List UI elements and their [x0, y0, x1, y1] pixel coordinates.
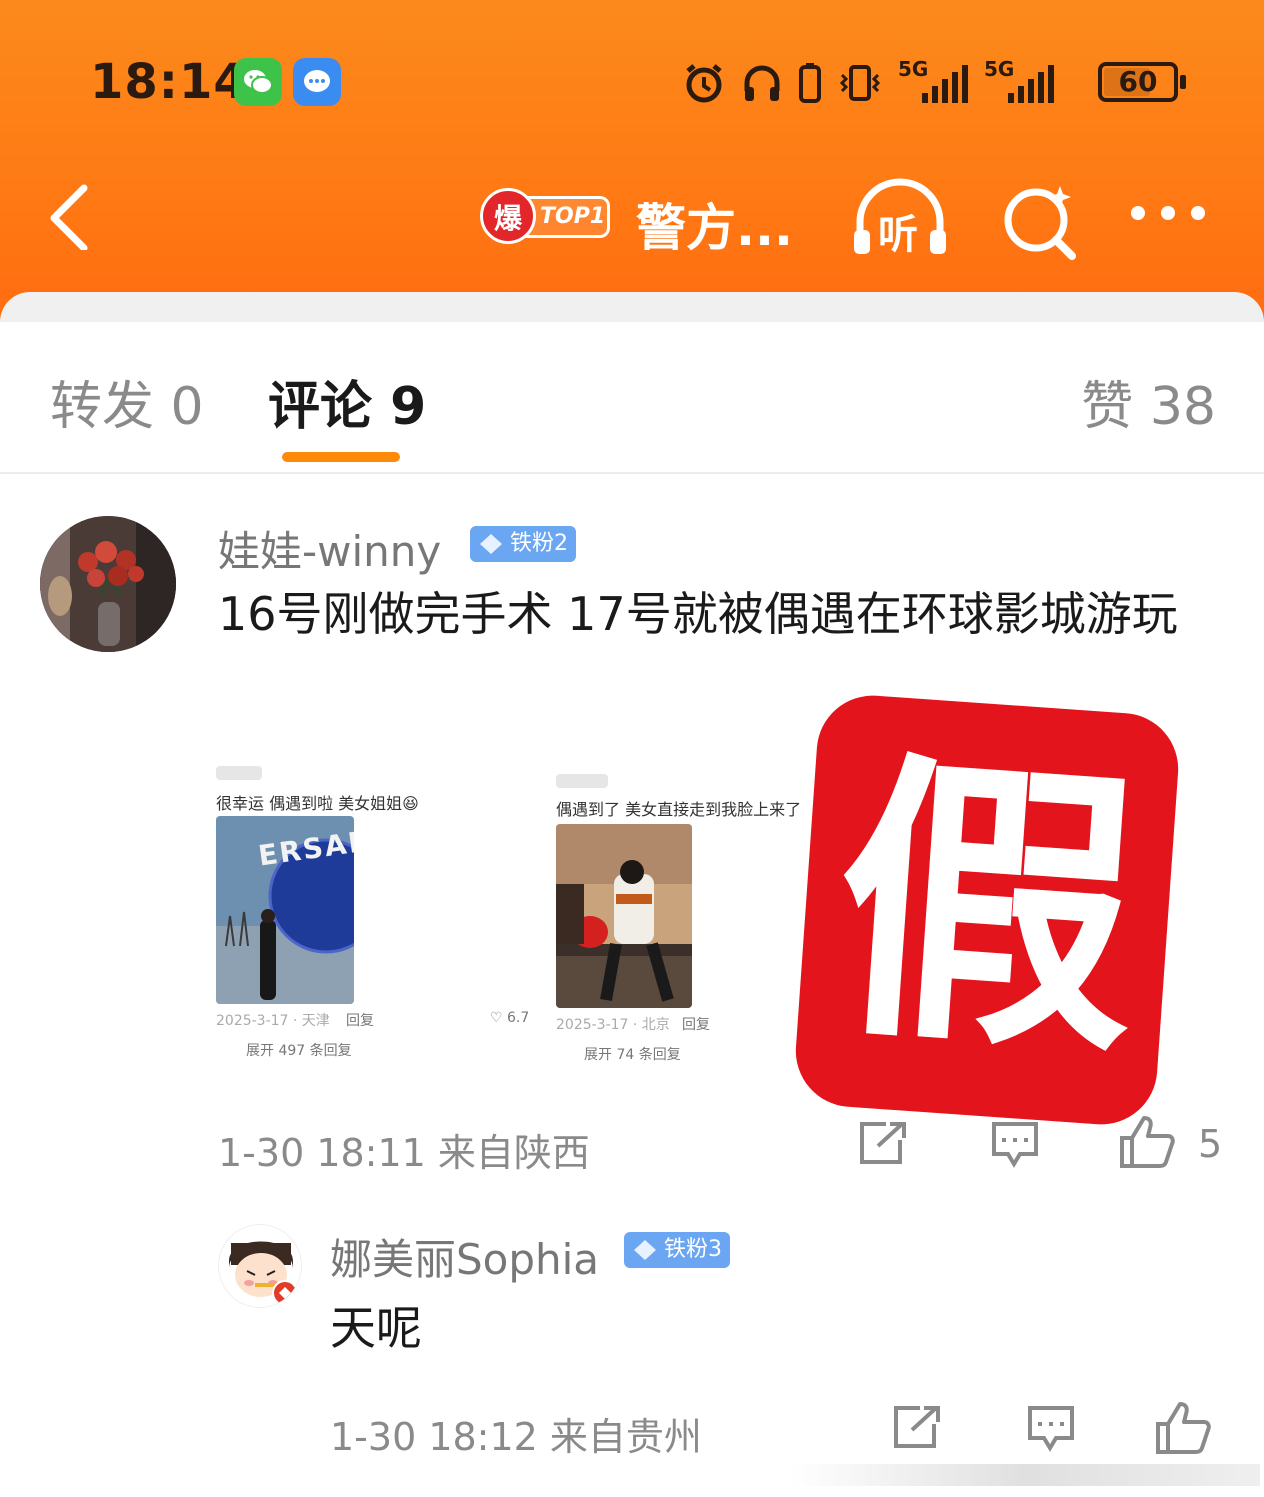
reply-button[interactable]: [990, 1120, 1040, 1172]
battery-saver-icon: [799, 63, 821, 103]
listen-button[interactable]: 听: [850, 176, 950, 260]
battery-percent: 60: [1118, 65, 1158, 98]
comment-meta: 1-30 18:12 来自贵州: [330, 1415, 702, 1459]
comment-text: 天呢: [330, 1301, 422, 1355]
share-icon: [894, 1406, 940, 1448]
fake-stamp-text: 假: [825, 724, 1149, 1095]
image-reply: 回复: [682, 1017, 710, 1033]
diamond-icon: [634, 1240, 656, 1260]
back-icon: [50, 184, 88, 252]
image-expand: 展开 497 条回复: [246, 1043, 352, 1059]
page-title[interactable]: 警方...: [636, 188, 793, 260]
signal-icon: 5G: [984, 57, 1054, 105]
tab-comment[interactable]: 评论 9: [268, 364, 426, 439]
tab-like[interactable]: 赞 38: [1081, 364, 1216, 439]
image-reply: 回复: [346, 1013, 374, 1029]
fan-level-label: 铁粉3: [664, 1237, 722, 1262]
fan-level-label: 铁粉2: [510, 531, 568, 556]
fan-level-badge: 铁粉3: [624, 1232, 730, 1268]
more-button[interactable]: [1126, 198, 1210, 228]
search-button[interactable]: [1000, 180, 1080, 260]
image-caption: 很幸运 偶遇到啦 美女姐姐😆: [216, 794, 419, 813]
image-expand: 展开 74 条回复: [584, 1047, 681, 1063]
headphones-icon: [744, 65, 780, 101]
fan-level-badge: 铁粉2: [470, 526, 576, 562]
status-bar: 18:14 5G 5G 60: [0, 40, 1264, 124]
like-count: 5: [1198, 1122, 1223, 1166]
back-button[interactable]: [40, 180, 100, 252]
system-icons: 5G 5G: [682, 57, 1054, 108]
divider: [0, 472, 1264, 474]
nav-bar: TOP1 爆 警方... 听: [0, 170, 1264, 266]
share-button[interactable]: [858, 1120, 908, 1170]
like-button[interactable]: [1154, 1400, 1212, 1460]
image-caption: 偶遇到了 美女直接走到我脸上来了: [556, 800, 802, 819]
image-photo: ERSAL: [216, 816, 354, 1004]
diamond-icon: [480, 534, 502, 554]
search-icon: [1004, 186, 1076, 260]
image-side-like-count: 6.7: [507, 1010, 530, 1026]
image-side-like: ♡ 6.7: [490, 1010, 530, 1026]
wechat-icon: [234, 58, 282, 106]
watermark-overlay: [790, 1464, 1260, 1486]
listen-label: 听: [878, 212, 918, 258]
vibrate-icon: [839, 65, 881, 101]
comment-meta: 1-30 18:11 来自陕西: [218, 1131, 590, 1175]
image-photo: [556, 824, 692, 1008]
status-time: 18:14: [90, 54, 248, 110]
thumbs-up-icon: [1120, 1116, 1175, 1168]
fake-stamp: 假: [792, 691, 1182, 1129]
tab-repost[interactable]: 转发 0: [50, 364, 204, 439]
tab-bar: 转发 0 评论 9 赞 38: [0, 340, 1264, 470]
reply-button[interactable]: [1026, 1404, 1076, 1456]
share-icon: [860, 1122, 906, 1164]
like-button[interactable]: [1118, 1114, 1176, 1174]
comment-text: 16号刚做完手术 17号就被偶遇在环球影城游玩: [218, 587, 1178, 641]
tab-active-indicator: [282, 452, 400, 462]
image-meta: 2025-3-17 · 北京: [556, 1017, 670, 1033]
blurred-username: [216, 766, 262, 780]
signal-icon: 5G: [898, 57, 968, 105]
alarm-icon: [686, 64, 722, 103]
hot-rank-label: TOP1: [524, 196, 610, 238]
thumbs-up-icon: [1156, 1402, 1211, 1454]
blurred-username: [556, 774, 608, 788]
comment-username[interactable]: 娃娃-winny: [218, 518, 441, 579]
avatar[interactable]: [40, 516, 176, 652]
card-top-strip: [0, 292, 1264, 322]
more-icon: [1131, 206, 1205, 220]
hot-fire-icon: 爆: [480, 188, 536, 244]
image-meta: 2025-3-17 · 天津: [216, 1013, 330, 1029]
comment-image[interactable]: 偶遇到了 美女直接走到我脸上来了 ♡ 6.7 2025-3-17 · 北京 回复…: [488, 770, 818, 1070]
comment-icon: [1028, 1406, 1074, 1452]
avatar[interactable]: [218, 1224, 302, 1308]
comment-icon: [992, 1122, 1038, 1168]
comment-username[interactable]: 娜美丽Sophia: [330, 1226, 599, 1287]
battery-icon: 60: [1098, 62, 1186, 102]
hot-topic-badge[interactable]: TOP1 爆: [480, 188, 612, 246]
comment-image[interactable]: 很幸运 偶遇到啦 美女姐姐😆 ERSAL 2025-3-17 · 天津 回复 展…: [212, 760, 462, 1060]
share-button[interactable]: [892, 1404, 942, 1454]
message-icon: [293, 58, 341, 106]
